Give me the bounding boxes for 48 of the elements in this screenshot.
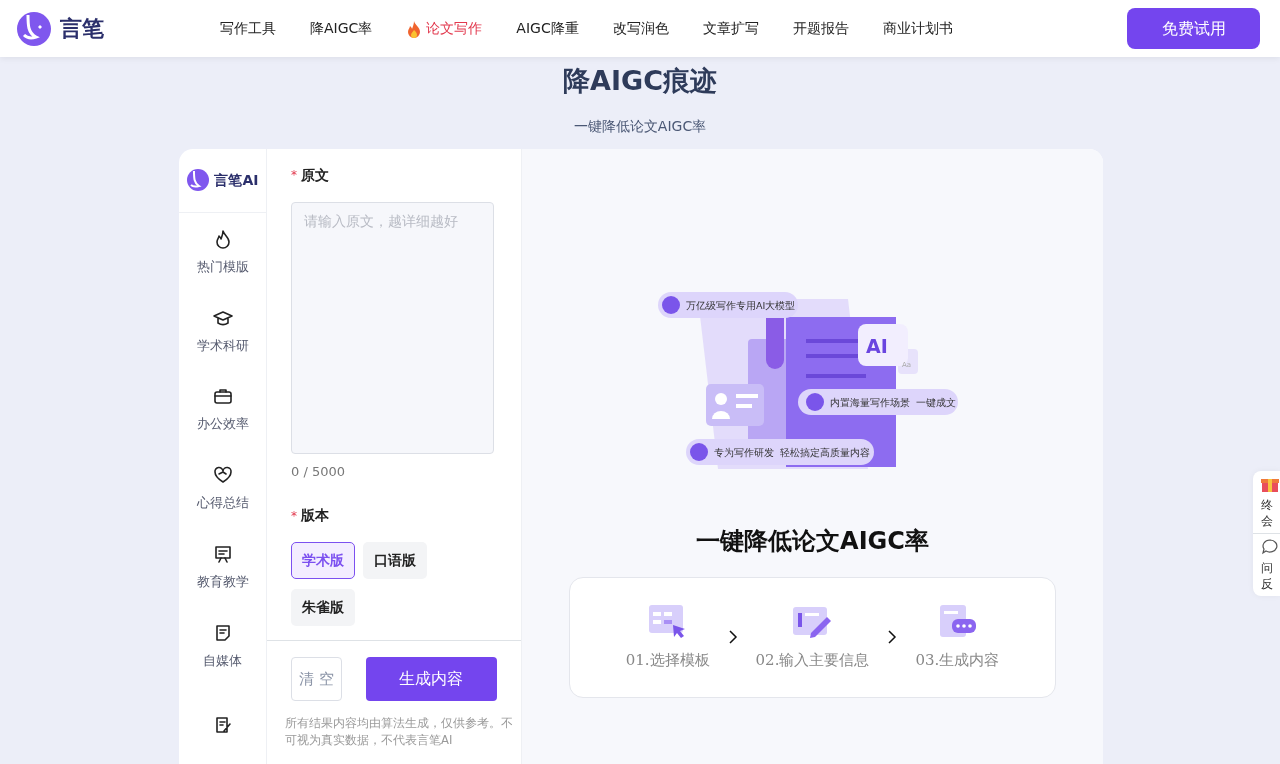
sidebar-item[interactable]: 心得总结 <box>196 493 249 513</box>
sidebar-item[interactable]: 学术科研 <box>196 335 249 355</box>
version-option[interactable]: 朱雀版 <box>291 589 355 626</box>
source-text-field[interactable]: 请输入原文，越详细越好 <box>291 201 494 454</box>
ai-label: AI <box>865 334 888 357</box>
section-title: 一键降低论文AIGC率 <box>696 525 929 557</box>
logo-icon <box>186 168 211 193</box>
flame-icon <box>406 19 423 38</box>
nav-link[interactable]: AIGC降重 <box>516 18 579 39</box>
profile-card <box>705 383 764 426</box>
page-title: 降AIGC痕迹 <box>562 64 718 98</box>
side-widget-label[interactable]: 终 会 <box>1261 497 1273 529</box>
logo-icon <box>16 10 52 47</box>
nav-link[interactable]: 改写润色 <box>612 18 669 39</box>
sidebar-item[interactable]: 热门模版 <box>196 256 249 277</box>
nav-link[interactable]: 写作工具 <box>220 18 276 39</box>
chat-bubble-icon <box>1261 538 1279 556</box>
brand-name: 言笔 <box>60 15 104 43</box>
side-widget-label[interactable]: 问 反 <box>1261 560 1273 592</box>
step-label: 01.选择模板 <box>625 649 710 671</box>
briefcase-icon <box>212 386 233 407</box>
free-trial-button[interactable]: 免费试用 <box>1127 8 1260 49</box>
sidebar-brand: 言笔AI <box>214 170 259 190</box>
nav-link[interactable]: 开题报告 <box>792 18 849 39</box>
nav-link[interactable]: 文章扩写 <box>702 18 759 39</box>
page-subtitle: 一键降低论文AIGC率 <box>572 116 708 136</box>
field-label: 原文 <box>301 165 329 185</box>
nav-link[interactable]: 论文写作 <box>406 18 483 39</box>
nav-link[interactable]: 降AIGC率 <box>310 18 373 39</box>
sidebar-item[interactable]: 办公效率 <box>196 414 249 434</box>
feature-tag: 万亿级写作专用AI大模型 <box>657 291 798 318</box>
chevron-right-icon <box>727 630 738 644</box>
version-option[interactable]: 学术版 <box>291 542 355 579</box>
generate-button[interactable]: 生成内容 <box>365 657 497 701</box>
required-mark: * <box>291 507 297 525</box>
sidebar-item[interactable]: 自媒体 <box>203 650 242 671</box>
field-label: 版本 <box>301 506 329 525</box>
step-label: 03.生成内容 <box>915 649 1000 671</box>
chevron-right-icon <box>887 630 898 644</box>
required-mark: * <box>291 167 297 184</box>
heart-icon <box>212 465 233 486</box>
version-option[interactable]: 口语版 <box>363 542 427 579</box>
character-counter: 0 / 5000 <box>291 462 346 481</box>
sidebar-item[interactable]: 教育教学 <box>196 571 249 592</box>
nav-link[interactable]: 商业计划书 <box>882 18 953 39</box>
step-label: 02.输入主要信息 <box>755 649 870 671</box>
disclaimer-text: 所有结果内容均由算法生成，仅供参考。不可视为真实数据，不代表言笔AI <box>284 715 514 750</box>
presentation-board-icon <box>212 543 233 564</box>
